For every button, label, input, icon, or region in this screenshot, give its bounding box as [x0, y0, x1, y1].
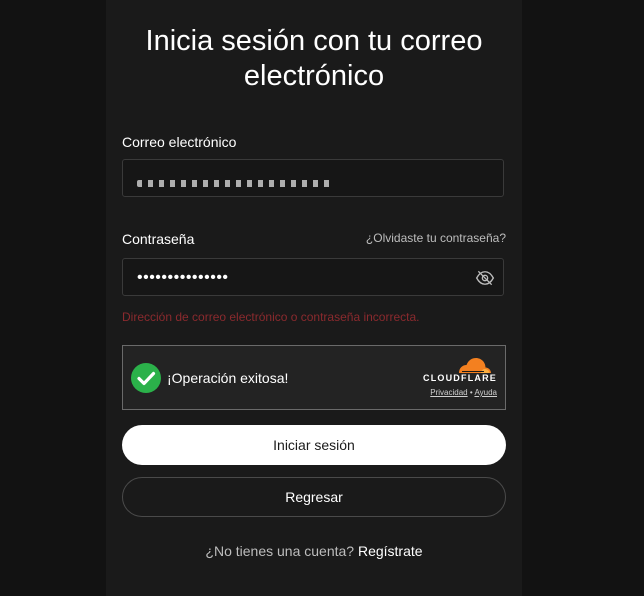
success-check-icon	[131, 363, 161, 393]
signup-prompt-text: ¿No tienes una cuenta?	[205, 543, 355, 559]
eye-off-icon[interactable]	[475, 268, 495, 288]
links-separator: •	[469, 388, 473, 397]
signup-prompt: ¿No tienes una cuenta? Regístrate	[106, 543, 522, 559]
forgot-password-link[interactable]: ¿Olvidaste tu contraseña?	[366, 231, 506, 245]
password-label: Contraseña	[122, 231, 195, 247]
login-button[interactable]: Iniciar sesión	[122, 425, 506, 465]
cloudflare-captcha-widget[interactable]: ¡Operación exitosa! CLOUDFLARE Privacida…	[122, 345, 506, 410]
login-panel: Inicia sesión con tu correo electrónico …	[106, 0, 522, 596]
signup-link[interactable]: Regístrate	[358, 543, 423, 559]
cloudflare-brand-text: CLOUDFLARE	[423, 373, 497, 383]
password-field[interactable]: •••••••••••••••	[122, 258, 504, 296]
cloudflare-links: Privacidad • Ayuda	[430, 388, 497, 397]
help-link[interactable]: Ayuda	[474, 388, 497, 397]
login-error-message: Dirección de correo electrónico o contra…	[122, 310, 420, 324]
password-value: •••••••••••••••	[137, 269, 229, 286]
email-value-obscured	[137, 180, 333, 187]
privacy-link[interactable]: Privacidad	[430, 388, 467, 397]
back-button[interactable]: Regresar	[122, 477, 506, 517]
email-label: Correo electrónico	[122, 134, 237, 150]
page-title: Inicia sesión con tu correo electrónico	[145, 25, 483, 92]
email-field[interactable]	[123, 160, 503, 196]
captcha-status-text: ¡Operación exitosa!	[167, 370, 289, 386]
email-field-container[interactable]	[122, 159, 504, 197]
